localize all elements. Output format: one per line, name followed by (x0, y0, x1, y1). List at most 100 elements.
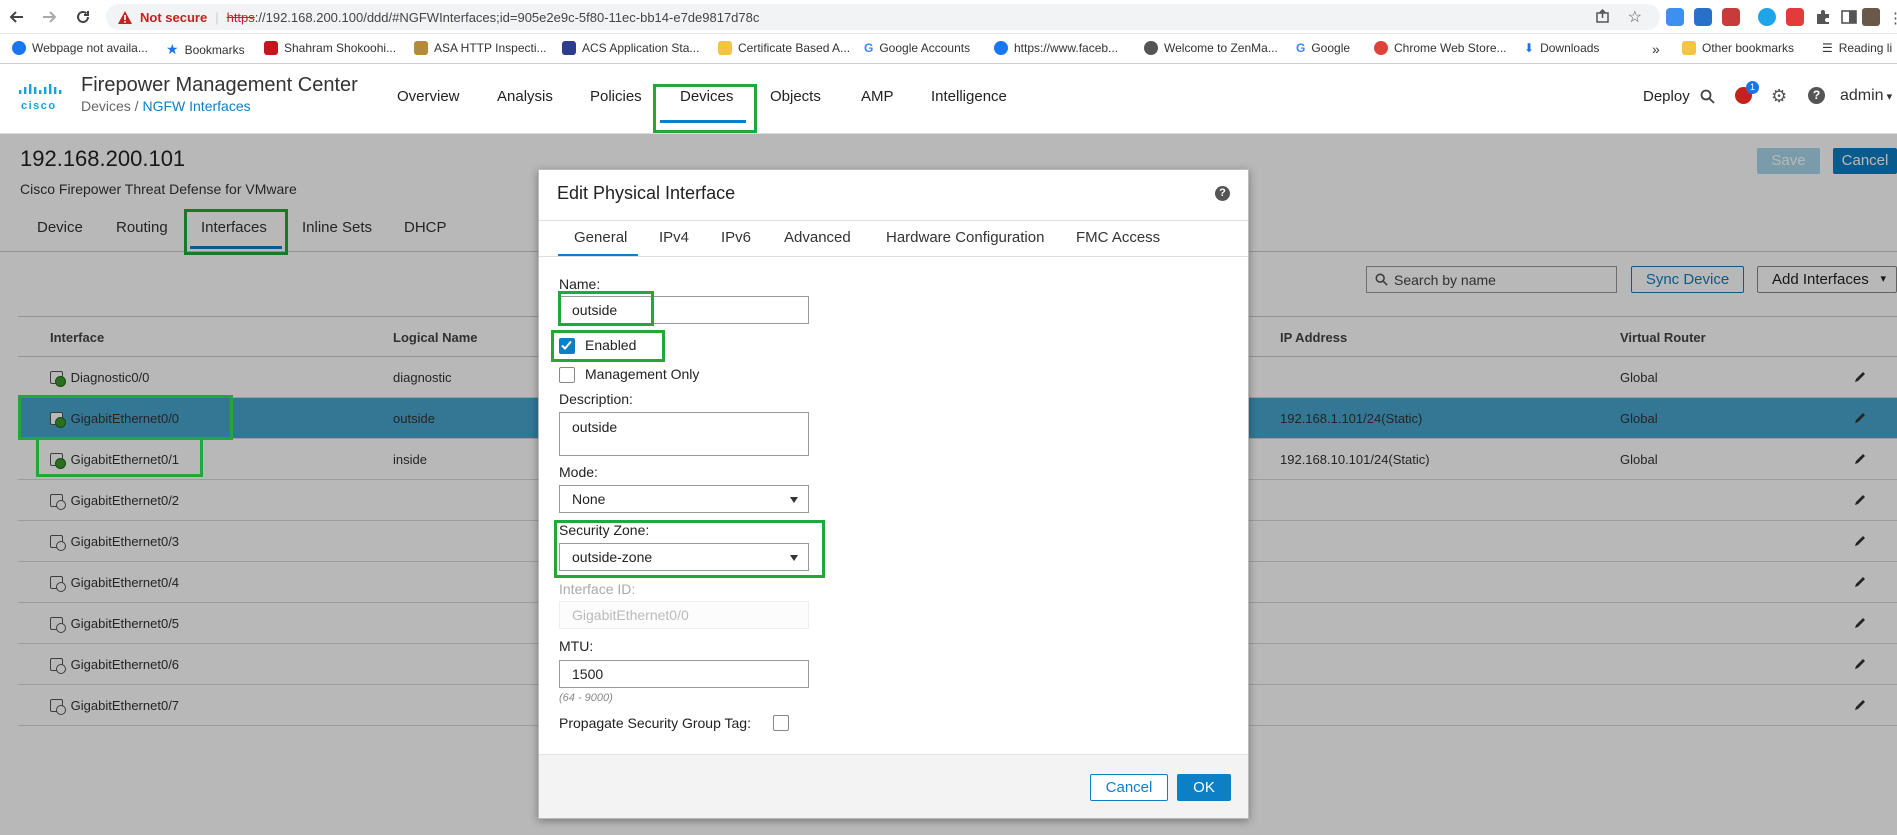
bookmark-item[interactable]: Shahram Shokoohi... (264, 41, 396, 55)
bookmark-icon (264, 41, 278, 55)
bookmark-item[interactable]: Webpage not availa... (12, 41, 148, 55)
folder-icon (718, 41, 732, 55)
name-label: Name: (559, 276, 601, 292)
ok-button[interactable]: OK (1177, 774, 1231, 801)
cisco-logo[interactable]: cisco (18, 84, 66, 112)
fmc-header: cisco Firepower Management Center Device… (0, 64, 1897, 134)
description-textarea[interactable]: outside (559, 412, 809, 456)
facebook-icon (994, 41, 1008, 55)
bookmark-icon (414, 41, 428, 55)
management-only-label: Management Only (585, 366, 700, 382)
nav-intelligence[interactable]: Intelligence (931, 88, 1007, 105)
tab-advanced[interactable]: Advanced (784, 229, 851, 246)
globe-icon (1144, 41, 1158, 55)
chrome-store-icon (1374, 41, 1388, 55)
nav-analysis[interactable]: Analysis (497, 88, 553, 105)
deploy-button[interactable]: Deploy (1643, 88, 1690, 105)
forward-icon[interactable] (38, 6, 60, 28)
chevron-down-icon: ▾ (1883, 91, 1893, 103)
product-title: Firepower Management Center (81, 74, 358, 96)
nav-policies[interactable]: Policies (590, 88, 642, 105)
tab-fmc-access[interactable]: FMC Access (1076, 229, 1160, 246)
highlight-box (36, 437, 203, 477)
tab-ipv6[interactable]: IPv6 (721, 229, 751, 246)
url-text: ://192.168.200.100/ddd/#NGFWInterfaces;i… (254, 9, 760, 25)
management-only-checkbox[interactable] (559, 367, 575, 383)
star-icon: ★ (166, 41, 179, 57)
highlight-box (554, 520, 825, 578)
back-icon[interactable] (6, 6, 28, 28)
url-scheme: https (226, 9, 255, 25)
dialog-title: Edit Physical Interface (557, 183, 736, 203)
skype-extension-icon[interactable] (1758, 8, 1776, 26)
highlight-box (653, 84, 757, 133)
breadcrumb: Devices / NGFW Interfaces (81, 98, 251, 114)
mtu-input[interactable]: 1500 (559, 660, 809, 688)
bookmark-item[interactable]: Certificate Based A... (718, 41, 850, 55)
facebook-icon (12, 41, 26, 55)
reading-list-icon: ☰ (1822, 41, 1833, 55)
extension-icon[interactable] (1666, 8, 1684, 26)
browser-toolbar: Not secure | https ://192.168.200.100/dd… (0, 0, 1897, 34)
edit-physical-interface-dialog: Edit Physical Interface ? General IPv4 I… (538, 169, 1249, 819)
description-label: Description: (559, 391, 633, 407)
puzzle-icon[interactable] (1814, 8, 1832, 26)
propagate-sgt-label: Propagate Security Group Tag: (559, 715, 751, 731)
recorder-extension-icon[interactable] (1786, 8, 1804, 26)
bookmark-item[interactable]: G Google Accounts (864, 41, 970, 55)
bookmark-item[interactable]: ASA HTTP Inspecti... (414, 41, 547, 55)
search-icon[interactable] (1700, 89, 1715, 104)
download-icon: ⬇ (1524, 41, 1535, 55)
interface-id-label: Interface ID: (559, 581, 636, 597)
bookmark-item[interactable]: G Google (1296, 41, 1350, 55)
tab-general[interactable]: General (574, 229, 627, 246)
cisco-wordmark: cisco (21, 100, 57, 112)
interface-id-field: GigabitEthernet0/0 (559, 601, 809, 629)
help-icon[interactable]: ? (1215, 186, 1230, 201)
mode-label: Mode: (559, 464, 598, 480)
avatar[interactable] (1862, 8, 1880, 26)
folder-icon (1682, 41, 1696, 55)
bookmark-item[interactable]: https://www.faceb... (994, 41, 1118, 55)
pdf-extension-icon[interactable] (1722, 8, 1740, 26)
bookmark-item[interactable]: Chrome Web Store... (1374, 41, 1507, 55)
bookmark-item[interactable]: ★ Bookmarks (166, 41, 245, 58)
share-icon[interactable] (1595, 9, 1610, 24)
mtu-range-hint: (64 - 9000) (559, 692, 613, 704)
menu-icon[interactable]: ⋮ (1888, 9, 1897, 27)
bookmark-item[interactable]: ACS Application Sta... (562, 41, 699, 55)
window-icon[interactable] (1840, 8, 1858, 26)
reload-icon[interactable] (72, 6, 94, 28)
tab-hardware-configuration[interactable]: Hardware Configuration (886, 229, 1044, 246)
google-icon: G (864, 41, 874, 55)
mode-select[interactable]: None (559, 485, 809, 513)
warning-icon (118, 10, 132, 24)
divider (539, 256, 1248, 257)
nav-objects[interactable]: Objects (770, 88, 821, 105)
star-icon[interactable]: ☆ (1628, 7, 1642, 27)
bookmarks-overflow[interactable]: » (1652, 41, 1660, 57)
other-bookmarks[interactable]: Other bookmarks (1682, 41, 1794, 55)
google-icon: G (1296, 41, 1306, 55)
address-bar[interactable]: Not secure | https ://192.168.200.100/dd… (106, 4, 1660, 30)
mtu-label: MTU: (559, 638, 594, 654)
breadcrumb-parent[interactable]: Devices / (81, 98, 142, 114)
breadcrumb-current[interactable]: NGFW Interfaces (142, 98, 250, 114)
bookmark-item[interactable]: ⬇ Downloads (1524, 41, 1599, 55)
gear-icon[interactable]: ⚙ (1771, 86, 1787, 107)
nav-overview[interactable]: Overview (397, 88, 460, 105)
cancel-button[interactable]: Cancel (1090, 774, 1168, 801)
highlight-box (18, 395, 233, 440)
divider (539, 220, 1248, 221)
bookmark-item[interactable]: Welcome to ZenMa... (1144, 41, 1278, 55)
highlight-box (558, 291, 654, 326)
tab-ipv4[interactable]: IPv4 (659, 229, 689, 246)
help-icon[interactable]: ? (1808, 87, 1825, 104)
propagate-sgt-checkbox[interactable] (773, 715, 789, 731)
user-menu[interactable]: admin ▾ (1840, 87, 1892, 105)
calendar-extension-icon[interactable] (1694, 8, 1712, 26)
security-label[interactable]: Not secure (140, 10, 207, 25)
shield-icon (562, 41, 576, 55)
reading-list[interactable]: ☰ Reading li (1822, 41, 1892, 55)
nav-amp[interactable]: AMP (861, 88, 894, 105)
